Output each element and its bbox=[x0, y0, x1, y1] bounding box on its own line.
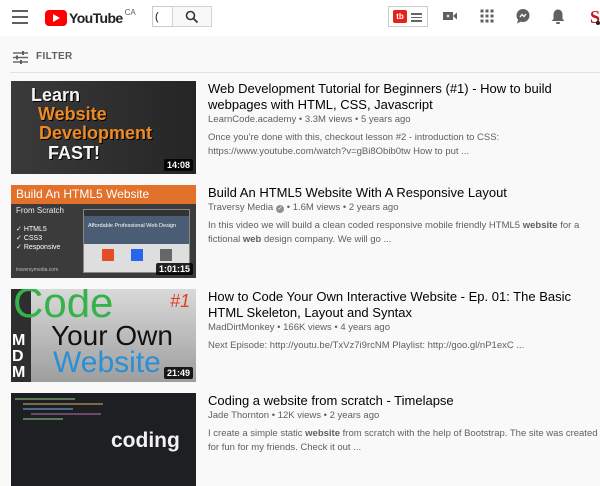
account-avatar[interactable]: S bbox=[588, 6, 600, 28]
thumbnail-check-item: ✓ CSS3 bbox=[16, 235, 43, 242]
video-title[interactable]: Web Development Tutorial for Beginners (… bbox=[208, 81, 593, 113]
thumbnail-check-item: ✓ Responsive bbox=[16, 244, 61, 251]
video-thumbnail[interactable]: Learn Website Development FAST! 14:08 bbox=[11, 81, 196, 174]
top-bar: YouTube CA ( tb S bbox=[0, 0, 600, 36]
extension-button[interactable]: tb bbox=[388, 6, 428, 27]
video-result: coding Coding a website from scratch - T… bbox=[0, 393, 600, 486]
video-duration: 21:49 bbox=[163, 367, 193, 379]
channel-name[interactable]: MadDirtMonkey bbox=[208, 322, 275, 333]
thumbnail-text-development: Development bbox=[39, 123, 153, 143]
filter-sliders-icon[interactable] bbox=[13, 51, 28, 64]
video-title[interactable]: Build An HTML5 Website With A Responsive… bbox=[208, 185, 593, 201]
thumbnail-check-item: ✓ HTML5 bbox=[16, 226, 47, 233]
video-description-line: https://www.youtube.com/watch?v=gBi8Obib… bbox=[208, 146, 470, 157]
filter-divider bbox=[10, 72, 600, 73]
apps-grid-icon[interactable] bbox=[479, 8, 495, 24]
chat-icon[interactable] bbox=[515, 8, 531, 24]
video-description-line: In this video we will build a clean code… bbox=[208, 220, 580, 231]
video-meta: MadDirtMonkey • 166K views • 4 years ago bbox=[208, 322, 390, 333]
thumbnail-text-website: Website bbox=[53, 346, 161, 379]
avatar-graphic: S bbox=[590, 7, 600, 27]
thumbnail-episode-badge: #1 bbox=[170, 291, 191, 311]
filter-button[interactable]: FILTER bbox=[36, 51, 73, 62]
view-count: 3.3M views bbox=[304, 114, 353, 125]
view-count: 12K views bbox=[277, 410, 322, 421]
video-title[interactable]: How to Code Your Own Interactive Website… bbox=[208, 289, 593, 321]
channel-name[interactable]: Jade Thornton bbox=[208, 410, 269, 421]
thumbnail-text-fast: FAST! bbox=[48, 143, 100, 163]
video-meta: Jade Thornton • 12K views • 2 years ago bbox=[208, 410, 380, 421]
video-thumbnail[interactable]: MDM Code Your Own Website #1 21:49 bbox=[11, 289, 196, 382]
upload-age: 4 years ago bbox=[340, 322, 390, 333]
video-duration: 1:01:15 bbox=[155, 263, 193, 275]
video-description-line: Once you're done with this, checkout les… bbox=[208, 132, 500, 143]
preview-css3-tile bbox=[131, 249, 143, 261]
logo-region: CA bbox=[124, 8, 136, 17]
thumbnail-text-coding: coding bbox=[111, 429, 180, 452]
video-camera-icon[interactable] bbox=[442, 8, 458, 24]
thumbnail-checklist: ✓ HTML5 ✓ CSS3 ✓ Responsive bbox=[16, 225, 60, 252]
thumbnail-text-learn: Learn bbox=[31, 85, 81, 105]
search-input[interactable]: ( bbox=[152, 6, 172, 27]
video-duration: 14:08 bbox=[163, 159, 193, 171]
thumbnail-header-text: Build An HTML5 Website bbox=[16, 187, 150, 201]
video-description-line: I create a simple static website from sc… bbox=[208, 428, 598, 439]
view-count: 1.6M views bbox=[292, 202, 341, 213]
logo-text: YouTube bbox=[69, 10, 123, 26]
video-title[interactable]: Coding a website from scratch - Timelaps… bbox=[208, 393, 593, 409]
video-description-line: for fun for my friends. Check it out ... bbox=[208, 442, 362, 453]
video-result: Build An HTML5 Website From Scratch ✓ HT… bbox=[0, 185, 600, 280]
video-description-line: Next Episode: http://youtu.be/TxVz7i9rcN… bbox=[208, 340, 525, 351]
thumbnail-text-website: Website bbox=[38, 104, 107, 124]
filter-bar: FILTER bbox=[0, 36, 600, 76]
extension-badge: tb bbox=[393, 10, 407, 23]
view-count: 166K views bbox=[283, 322, 332, 333]
preview-device-tile bbox=[160, 249, 172, 261]
video-description-line: fictional web design company. We will go… bbox=[208, 234, 392, 245]
video-thumbnail[interactable]: coding bbox=[11, 393, 196, 486]
youtube-play-icon bbox=[45, 10, 67, 26]
notifications-bell-icon[interactable] bbox=[550, 8, 566, 25]
video-meta: LearnCode.academy • 3.3M views • 5 years… bbox=[208, 114, 411, 125]
video-result: Learn Website Development FAST! 14:08 We… bbox=[0, 81, 600, 176]
video-result: MDM Code Your Own Website #1 21:49 How t… bbox=[0, 289, 600, 384]
thumbnail-mdm-logo: MDM bbox=[12, 332, 26, 381]
channel-name[interactable]: Traversy Media bbox=[208, 202, 273, 213]
video-meta: Traversy Media ✓ • 1.6M views • 2 years a… bbox=[208, 202, 399, 213]
extension-menu-icon bbox=[411, 13, 422, 24]
verified-badge-icon: ✓ bbox=[276, 205, 285, 213]
upload-age: 2 years ago bbox=[329, 410, 380, 421]
search-button[interactable] bbox=[172, 6, 212, 27]
thumbnail-sub-text: From Scratch bbox=[16, 206, 65, 215]
preview-hero bbox=[84, 216, 189, 244]
thumbnail-code-lines bbox=[15, 395, 115, 435]
upload-age: 5 years ago bbox=[360, 114, 411, 125]
preview-hero-text: Affordable Professional Web Design bbox=[88, 223, 177, 229]
menu-icon[interactable] bbox=[12, 10, 28, 24]
preview-html5-tile bbox=[102, 249, 114, 261]
channel-name[interactable]: LearnCode.academy bbox=[208, 114, 296, 125]
thumbnail-url: traversymedia.com bbox=[16, 267, 59, 273]
video-thumbnail[interactable]: Build An HTML5 Website From Scratch ✓ HT… bbox=[11, 185, 196, 278]
search-icon bbox=[185, 10, 199, 24]
upload-age: 2 years ago bbox=[348, 202, 399, 213]
youtube-logo[interactable]: YouTube CA bbox=[45, 8, 136, 28]
